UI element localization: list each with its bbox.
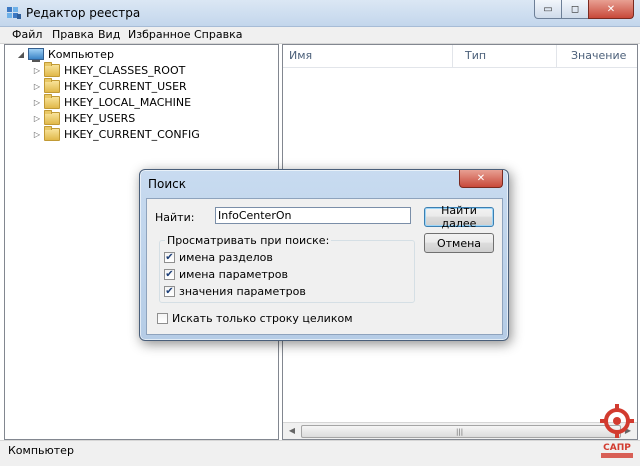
option-keys[interactable]: ✔ имена разделов bbox=[164, 251, 273, 264]
tree-root-label: Компьютер bbox=[47, 47, 115, 61]
expand-icon[interactable]: ▷ bbox=[33, 114, 41, 123]
expand-icon[interactable]: ▷ bbox=[33, 130, 41, 139]
folder-icon bbox=[44, 125, 60, 141]
option-data[interactable]: ✔ значения параметров bbox=[164, 285, 306, 298]
checkbox-keys[interactable]: ✔ bbox=[164, 252, 175, 263]
dialog-body: Найти: Найти далее Отмена Просматривать … bbox=[146, 198, 503, 335]
find-dialog: Поиск ✕ Найти: Найти далее Отмена Просма… bbox=[139, 169, 509, 341]
dialog-close-button[interactable]: ✕ bbox=[459, 170, 503, 188]
tree-item-label: HKEY_CURRENT_USER bbox=[64, 79, 187, 93]
window-title: Редактор реестра bbox=[26, 6, 141, 20]
close-icon: ✕ bbox=[476, 173, 486, 184]
option-keys-label: имена разделов bbox=[179, 251, 273, 264]
folder-icon bbox=[44, 93, 60, 109]
option-whole-string[interactable]: Искать только строку целиком bbox=[157, 312, 353, 325]
status-bar: Компьютер bbox=[0, 440, 640, 466]
folder-icon bbox=[44, 109, 60, 125]
dialog-title: Поиск bbox=[148, 177, 187, 191]
close-icon: ✕ bbox=[606, 3, 616, 15]
menu-bar: Файл Правка Вид Избранное Справка bbox=[0, 27, 640, 44]
find-input[interactable] bbox=[215, 207, 411, 224]
folder-icon bbox=[44, 77, 60, 93]
tree-item-label: HKEY_USERS bbox=[64, 111, 136, 125]
scroll-left-icon[interactable]: ◀ bbox=[284, 425, 300, 437]
tree-item-hkcu[interactable]: ▷ HKEY_CURRENT_USER bbox=[33, 77, 187, 94]
option-values[interactable]: ✔ имена параметров bbox=[164, 268, 288, 281]
column-header-value[interactable]: Значение bbox=[557, 45, 637, 67]
search-scope-label: Просматривать при поиске: bbox=[165, 234, 332, 247]
minimize-button[interactable]: ▭ bbox=[534, 0, 562, 19]
checkbox-whole-string[interactable] bbox=[157, 313, 168, 324]
find-next-button[interactable]: Найти далее bbox=[424, 204, 494, 230]
menu-edit[interactable]: Правка bbox=[52, 28, 94, 41]
tree-item-label: HKEY_CURRENT_CONFIG bbox=[64, 127, 200, 141]
scroll-thumb[interactable]: ||| bbox=[301, 425, 621, 438]
column-header-name[interactable]: Имя bbox=[283, 45, 453, 67]
column-header-type[interactable]: Тип bbox=[453, 45, 557, 67]
expand-icon[interactable]: ▷ bbox=[33, 82, 41, 91]
close-button[interactable]: ✕ bbox=[588, 0, 634, 19]
computer-icon bbox=[28, 48, 44, 62]
status-path: Компьютер bbox=[8, 444, 74, 457]
search-scope-group: Просматривать при поиске: ✔ имена раздел… bbox=[159, 234, 415, 303]
cancel-button[interactable]: Отмена bbox=[424, 233, 494, 253]
collapse-icon[interactable]: ◢ bbox=[17, 50, 25, 59]
minimize-icon: ▭ bbox=[543, 3, 553, 15]
expand-icon[interactable]: ▷ bbox=[33, 98, 41, 107]
grip-icon: ||| bbox=[456, 428, 464, 436]
sapr-logo-watermark: САПР bbox=[600, 404, 634, 458]
maximize-button[interactable]: ◻ bbox=[561, 0, 589, 19]
header-divider bbox=[283, 67, 637, 68]
checkbox-values[interactable]: ✔ bbox=[164, 269, 175, 280]
menu-file[interactable]: Файл bbox=[12, 28, 42, 41]
window-controls: ▭ ◻ ✕ bbox=[534, 0, 634, 19]
tree-root-computer[interactable]: ◢ Компьютер bbox=[17, 46, 115, 62]
option-whole-string-label: Искать только строку целиком bbox=[172, 312, 353, 325]
option-values-label: имена параметров bbox=[179, 268, 288, 281]
find-label: Найти: bbox=[155, 211, 195, 224]
option-data-label: значения параметров bbox=[179, 285, 306, 298]
watermark-text: САПР bbox=[603, 443, 631, 453]
menu-favorites[interactable]: Избранное bbox=[128, 28, 190, 41]
menu-view[interactable]: Вид bbox=[98, 28, 120, 41]
folder-icon bbox=[44, 61, 60, 77]
tree-item-label: HKEY_LOCAL_MACHINE bbox=[64, 95, 192, 109]
tree-item-hku[interactable]: ▷ HKEY_USERS bbox=[33, 109, 136, 126]
tree-item-hkcc[interactable]: ▷ HKEY_CURRENT_CONFIG bbox=[33, 125, 200, 142]
title-bar[interactable]: Редактор реестра ▭ ◻ ✕ bbox=[0, 0, 640, 27]
expand-icon[interactable]: ▷ bbox=[33, 66, 41, 75]
maximize-icon: ◻ bbox=[570, 3, 580, 15]
regedit-icon bbox=[7, 7, 21, 19]
tree-item-label: HKEY_CLASSES_ROOT bbox=[64, 63, 186, 77]
tree-item-hkcr[interactable]: ▷ HKEY_CLASSES_ROOT bbox=[33, 61, 186, 78]
checkbox-data[interactable]: ✔ bbox=[164, 286, 175, 297]
tree-item-hklm[interactable]: ▷ HKEY_LOCAL_MACHINE bbox=[33, 93, 192, 110]
horizontal-scrollbar[interactable]: ◀ ||| ▶ bbox=[283, 422, 637, 439]
menu-help[interactable]: Справка bbox=[194, 28, 242, 41]
